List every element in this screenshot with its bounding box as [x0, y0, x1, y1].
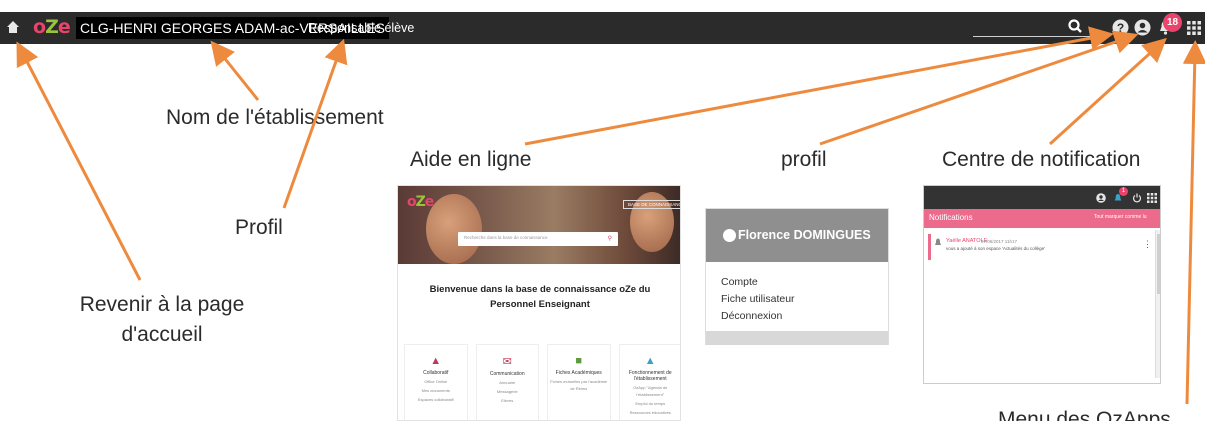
card-link[interactable]: Fiches mutuelles par l'académie de Reims — [548, 378, 610, 392]
mark-all-read-link[interactable]: Tout marquer comme lu — [1094, 214, 1147, 220]
arrow-help — [524, 26, 1114, 146]
profile-icon[interactable] — [1134, 19, 1151, 36]
help-card-communication[interactable]: ✉ Communication Annuaire Messagerie Elèv… — [475, 344, 539, 420]
notification-list: Yaëlle ANATOLE 07/06/2017 11h17 vous a a… — [924, 230, 1156, 378]
avatar — [723, 229, 736, 242]
arrow-profile — [819, 30, 1139, 146]
notification-badge: 18 — [1163, 13, 1182, 32]
communication-icon: ✉ — [502, 356, 512, 368]
arrow-notifications — [1048, 37, 1167, 146]
help-card-fonctionnement[interactable]: ▲ Fonctionnement de l'établissement OzAp… — [618, 344, 681, 420]
card-link[interactable]: Mes documents — [405, 387, 467, 394]
label-role: Profil — [235, 216, 283, 239]
help-oze-logo: oZe — [407, 194, 434, 210]
more-options-icon[interactable]: ⋮ — [1143, 239, 1152, 250]
home-icon[interactable] — [6, 20, 20, 34]
top-bar: oZe CLG-HENRI GEORGES ADAM-ac-VERSAILLES… — [0, 12, 1205, 44]
notification-date: 07/06/2017 11h17 — [981, 238, 1017, 244]
label-apps-menu: Menu des OzApps — [998, 408, 1171, 421]
oze-logo[interactable]: oZe — [33, 16, 71, 38]
help-panel: oZe BASE DE CONNAISSANCE Recherche dans … — [397, 185, 681, 421]
card-link[interactable]: Ressources éducatives — [620, 409, 681, 416]
help-welcome-title: Bienvenue dans la base de connaissance o… — [429, 284, 651, 310]
scrollbar-thumb[interactable] — [1157, 234, 1160, 294]
notification-text: vous a ajouté à son espace 'Actualités d… — [946, 246, 1046, 251]
menu-item-user-sheet[interactable]: Fiche utilisateur — [721, 291, 795, 308]
search-icon[interactable]: ⚲ — [608, 235, 612, 242]
card-link[interactable]: Espaces collaboratif — [405, 396, 467, 403]
help-icon[interactable]: ? — [1112, 19, 1129, 36]
power-icon[interactable] — [1132, 193, 1142, 203]
profile-footer — [706, 331, 888, 345]
user-role[interactable]: Responsable élève — [308, 17, 414, 39]
knowledge-base-button[interactable]: BASE DE CONNAISSANCE — [623, 200, 680, 209]
knowledge-search-input[interactable]: Recherche dans la base de connaissance ⚲ — [458, 232, 618, 246]
search-icon[interactable] — [1066, 18, 1084, 36]
card-link[interactable]: Annuaire — [477, 379, 539, 386]
help-card-collaboratif[interactable]: ▲ Collaboratif Office Online Mes documen… — [404, 344, 468, 420]
bell-icon — [935, 238, 941, 245]
svg-text:?: ? — [1117, 21, 1124, 35]
label-home: Revenir à la page d'accueil — [79, 293, 245, 346]
card-link[interactable]: Elèves — [477, 397, 539, 404]
apps-grid-icon[interactable] — [1147, 193, 1157, 203]
card-title: Fiches Académiques — [555, 370, 602, 376]
label-school-name: Nom de l'établissement — [166, 106, 384, 129]
card-link[interactable]: Office Online — [405, 378, 467, 385]
card-link[interactable]: OzApp "Agenda de l'établissement" — [620, 384, 681, 398]
label-help: Aide en ligne — [410, 148, 532, 171]
menu-item-logout[interactable]: Déconnexion — [721, 308, 795, 325]
help-category-cards: ▲ Collaboratif Office Online Mes documen… — [398, 344, 681, 420]
collaboration-icon: ▲ — [430, 355, 442, 367]
arrow-apps — [1182, 40, 1205, 405]
arrow-home — [16, 41, 142, 281]
profile-icon[interactable] — [1096, 193, 1106, 203]
card-title: Collaboratif — [423, 370, 449, 376]
book-icon: ■ — [575, 355, 583, 367]
card-link[interactable]: Emploi du temps — [620, 400, 681, 407]
arrow-school — [210, 40, 260, 101]
notification-badge: 1 — [1119, 187, 1128, 196]
knowledge-search-placeholder: Recherche dans la base de connaissance — [464, 235, 548, 240]
profile-dropdown: Florence DOMINGUES Compte Fiche utilisat… — [705, 208, 889, 345]
notification-item[interactable]: Yaëlle ANATOLE 07/06/2017 11h17 vous a a… — [928, 234, 1156, 260]
search-input[interactable] — [973, 36, 1091, 37]
help-hero-image — [398, 186, 680, 264]
label-notifications: Centre de notification — [942, 148, 1141, 171]
notification-title: Notifications — [929, 213, 973, 222]
notification-center: 1 Notifications Tout marquer comme lu Ya… — [923, 185, 1161, 384]
card-title: Communication — [489, 371, 525, 377]
scrollbar[interactable] — [1156, 230, 1160, 378]
card-title: Fonctionnement de l'établissement — [628, 370, 672, 382]
profile-menu: Compte Fiche utilisateur Déconnexion — [721, 274, 795, 325]
apps-grid-icon[interactable] — [1187, 21, 1201, 35]
notification-topbar: 1 — [924, 186, 1160, 209]
help-card-fiches[interactable]: ■ Fiches Académiques Fiches mutuelles pa… — [547, 344, 611, 420]
profile-name: Florence DOMINGUES — [738, 228, 871, 242]
profile-header: Florence DOMINGUES — [706, 209, 888, 262]
building-icon: ▲ — [644, 355, 656, 367]
label-profile: profil — [781, 148, 827, 171]
notification-header: Notifications Tout marquer comme lu — [924, 209, 1160, 228]
menu-item-account[interactable]: Compte — [721, 274, 795, 291]
card-link[interactable]: Messagerie — [477, 388, 539, 395]
